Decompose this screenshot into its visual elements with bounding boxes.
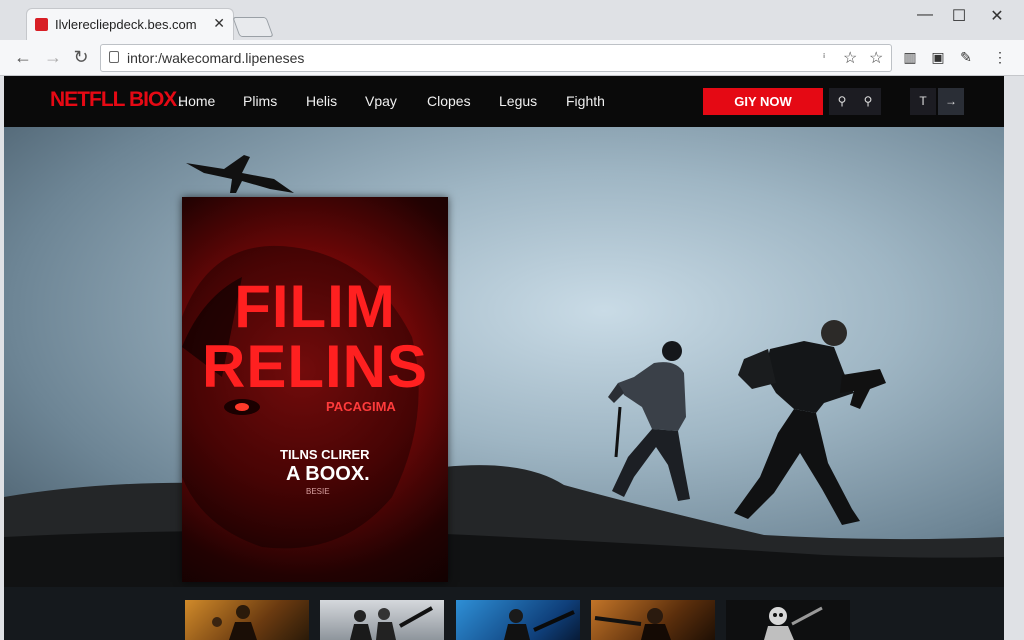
- poster-title-line1: FILIM: [234, 273, 396, 340]
- nav-vpay[interactable]: Vpay: [365, 93, 397, 109]
- nav-home[interactable]: Home: [178, 93, 215, 109]
- thumbnail-5-figures: [764, 606, 823, 640]
- buy-now-button[interactable]: GIY NOW: [703, 88, 823, 115]
- tab-bar: Ilvlerecliepdeck.bes.com ✕ — ☐ ✕: [0, 0, 1024, 40]
- thumbnail-4-figures: [594, 608, 671, 640]
- address-bar[interactable]: intor:/wakecomard.lipeneses ⁱ ☆ ☆: [100, 44, 892, 72]
- tab-close-icon[interactable]: ✕: [213, 15, 225, 32]
- minimize-button[interactable]: —: [910, 6, 940, 24]
- movie-thumbnail-3[interactable]: [456, 600, 580, 640]
- url-text[interactable]: intor:/wakecomard.lipeneses: [127, 50, 304, 66]
- thumbnail-1-figures: [212, 605, 257, 640]
- thumbnail-2-figures: [350, 606, 433, 640]
- bookmark-star-icon[interactable]: ☆: [843, 48, 857, 68]
- search-alt-icon[interactable]: ⚲: [855, 88, 881, 115]
- nav-clopes[interactable]: Clopes: [427, 93, 471, 109]
- menu-icon[interactable]: ⋮: [992, 49, 1008, 65]
- poster-tagline-1: TILNS CLIRER: [280, 447, 370, 462]
- forward-arrow-icon[interactable]: →: [42, 47, 64, 68]
- thumbnail-3-figures: [504, 609, 575, 640]
- movie-thumbnail-4[interactable]: [591, 600, 715, 640]
- t-icon[interactable]: T: [910, 88, 936, 115]
- poster-title-line2: RELINS: [201, 333, 429, 400]
- logo-text: NETFLL BIOX: [50, 88, 177, 111]
- soldier-figure-left: [608, 341, 690, 501]
- soldier-figure-right: [734, 320, 886, 525]
- movie-thumbnail-5[interactable]: [726, 600, 850, 640]
- extension-puzzle-icon[interactable]: ✎: [958, 49, 974, 65]
- search-icon[interactable]: ⚲: [829, 88, 855, 115]
- airplane-icon: [186, 155, 294, 193]
- extension-screen-icon[interactable]: ▣: [930, 49, 946, 65]
- poster-subtitle: PACAGIMA: [326, 399, 396, 414]
- featured-movie-poster[interactable]: FILIM RELINS PACAGIMA TILNS CLIRER A BOO…: [182, 197, 448, 582]
- hero-banner: FILIM RELINS PACAGIMA TILNS CLIRER A BOO…: [4, 127, 1004, 587]
- reading-list-star-icon[interactable]: ☆: [869, 48, 883, 68]
- movie-thumbnail-2[interactable]: [320, 600, 444, 640]
- nav-plims[interactable]: Plims: [243, 93, 277, 109]
- site-logo[interactable]: NETFLL BIOX...: [50, 88, 184, 112]
- tab-title: Ilvlerecliepdeck.bes.com: [55, 17, 197, 32]
- reload-icon[interactable]: ↻: [70, 47, 92, 68]
- nav-fighth[interactable]: Fighth: [566, 93, 605, 109]
- info-icon[interactable]: ⁱ: [823, 51, 825, 65]
- nav-legus[interactable]: Legus: [499, 93, 537, 109]
- site-navbar: NETFLL BIOX... Home Plims Helis Vpay Clo…: [4, 76, 1004, 127]
- movie-thumbnail-1[interactable]: [185, 600, 309, 640]
- nav-helis[interactable]: Helis: [306, 93, 337, 109]
- poster-tagline-2: A BOOX.: [286, 463, 370, 485]
- maximize-button[interactable]: ☐: [944, 6, 974, 26]
- lock-icon: [109, 51, 119, 63]
- website: NETFLL BIOX... Home Plims Helis Vpay Clo…: [4, 76, 1004, 640]
- arrow-right-icon[interactable]: →: [938, 88, 964, 115]
- back-arrow-icon[interactable]: ←: [12, 47, 34, 68]
- close-window-button[interactable]: ✕: [982, 6, 1012, 26]
- new-tab-button[interactable]: [232, 17, 274, 37]
- site-favicon-icon: [35, 18, 48, 31]
- browser-tab[interactable]: Ilvlerecliepdeck.bes.com ✕: [26, 8, 234, 40]
- browser-toolbar: ← → ↻ intor:/wakecomard.lipeneses ⁱ ☆ ☆ …: [0, 40, 1024, 76]
- movie-thumbnail-row: [4, 587, 1004, 640]
- poster-tagline-3: BESIE: [306, 487, 330, 496]
- extension-book-icon[interactable]: ▥: [902, 49, 918, 65]
